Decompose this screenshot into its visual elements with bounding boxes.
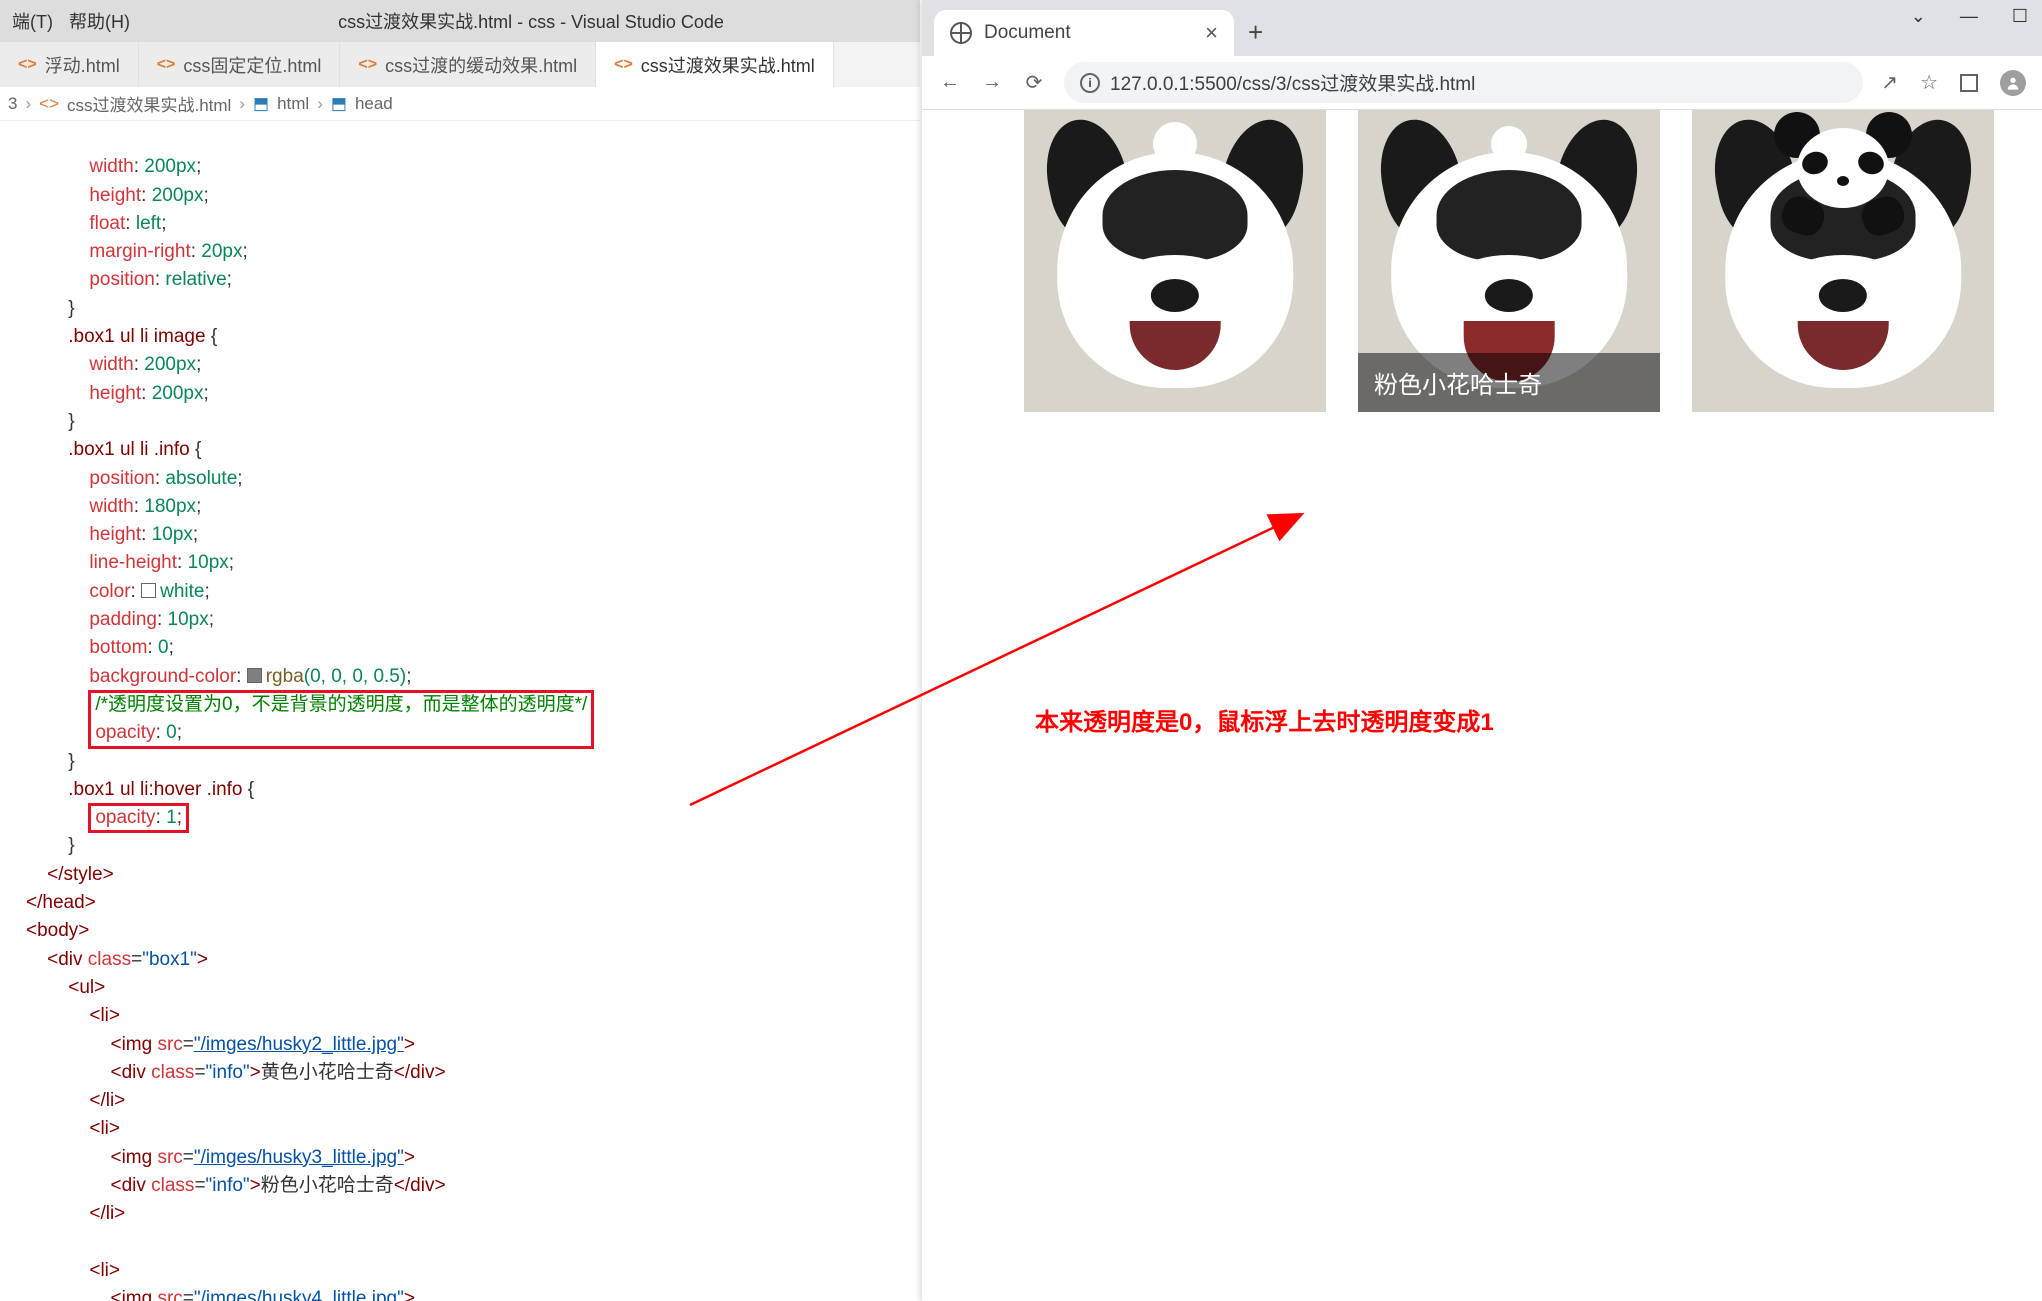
breadcrumb-seg[interactable]: css过渡效果实战.html [67, 91, 231, 116]
url-text: 127.0.0.1:5500/css/3/css过渡效果实战.html [1110, 69, 1475, 96]
color-swatch-icon [247, 668, 262, 683]
browser-window: ⌄ — ☐ Document × + ← → ⟳ i 127.0.0.1:550… [922, 0, 2042, 1301]
tab-title: Document [984, 22, 1071, 44]
highlight-box: opacity: 1; [89, 804, 188, 832]
back-button[interactable]: ← [938, 71, 962, 94]
element-icon: ⬒ [253, 94, 269, 114]
flower-icon [1147, 116, 1203, 172]
tab-fixed-html[interactable]: <> css固定定位.html [139, 42, 341, 87]
window-controls: ⌄ — ☐ [1911, 6, 2028, 27]
html-file-icon: <> [157, 56, 176, 74]
tab-label: 浮动.html [45, 52, 120, 78]
vscode-menubar: 端(T) 帮助(H) [0, 6, 142, 36]
profile-avatar[interactable] [2000, 70, 2026, 96]
image-caption: 粉色小花哈士奇 [1358, 353, 1660, 412]
breadcrumb-seg[interactable]: head [355, 94, 393, 114]
code-editor[interactable]: width: 200px; height: 200px; float: left… [0, 121, 920, 1301]
tab-easing-html[interactable]: <> css过渡的缓动效果.html [340, 42, 596, 87]
chevron-down-icon[interactable]: ⌄ [1911, 6, 1926, 27]
reload-button[interactable]: ⟳ [1022, 70, 1046, 95]
minimize-icon[interactable]: — [1960, 6, 1978, 27]
color-swatch-icon [141, 583, 156, 598]
tab-label: css固定定位.html [183, 52, 321, 78]
husky-image [1692, 110, 1994, 412]
maximize-icon[interactable]: ☐ [2012, 6, 2028, 27]
gallery: 粉色小花哈士奇 [1024, 110, 2042, 412]
html-file-icon: <> [358, 56, 377, 74]
highlight-box: /*透明度设置为0，不是背景的透明度，而是整体的透明度*/ opacity: 0… [89, 691, 593, 748]
breadcrumb-seg[interactable]: 3 [8, 94, 17, 114]
window-title: css过渡效果实战.html - css - Visual Studio Cod… [142, 8, 920, 34]
breadcrumb-seg[interactable]: html [277, 94, 309, 114]
tab-label: css过渡的缓动效果.html [385, 52, 577, 78]
site-info-icon[interactable]: i [1080, 73, 1100, 93]
gallery-item[interactable]: 粉色小花哈士奇 [1358, 110, 1660, 412]
editor-tabs: <> 浮动.html <> css固定定位.html <> css过渡的缓动效果.ht… [0, 42, 920, 87]
menu-terminal[interactable]: 端(T) [6, 6, 59, 36]
vscode-window: 端(T) 帮助(H) css过渡效果实战.html - css - Visual… [0, 0, 920, 1301]
new-tab-button[interactable]: + [1248, 17, 1263, 48]
sidepanel-icon[interactable] [1960, 74, 1978, 92]
html-file-icon: <> [614, 56, 633, 74]
browser-tab[interactable]: Document × [934, 10, 1234, 56]
close-icon[interactable]: × [1205, 20, 1218, 46]
html-file-icon: <> [39, 94, 59, 114]
browser-toolbar: ← → ⟳ i 127.0.0.1:5500/css/3/css过渡效果实战.h… [922, 56, 2042, 110]
gallery-item[interactable] [1024, 110, 1326, 412]
bookmark-icon[interactable]: ☆ [1920, 70, 1938, 95]
gallery-item[interactable] [1692, 110, 1994, 412]
breadcrumb: 3› <>css过渡效果实战.html› ⬒html› ⬒head [0, 87, 920, 121]
share-icon[interactable]: ↗ [1881, 70, 1898, 95]
vscode-titlebar: 端(T) 帮助(H) css过渡效果实战.html - css - Visual… [0, 0, 920, 42]
forward-button[interactable]: → [980, 71, 1004, 94]
globe-icon [950, 22, 972, 44]
flower-icon [1481, 116, 1537, 172]
page-viewport: 粉色小花哈士奇 [922, 110, 2042, 1301]
menu-help[interactable]: 帮助(H) [63, 6, 136, 36]
tab-float-html[interactable]: <> 浮动.html [0, 42, 139, 87]
panda-icon [1768, 110, 1918, 224]
element-icon: ⬒ [331, 94, 347, 114]
address-bar[interactable]: i 127.0.0.1:5500/css/3/css过渡效果实战.html [1064, 62, 1863, 103]
browser-tabs: Document × + [922, 0, 2042, 56]
tab-label: css过渡效果实战.html [641, 52, 815, 78]
html-file-icon: <> [18, 56, 37, 74]
husky-image [1024, 110, 1326, 412]
tab-transition-html[interactable]: <> css过渡效果实战.html [596, 42, 834, 87]
